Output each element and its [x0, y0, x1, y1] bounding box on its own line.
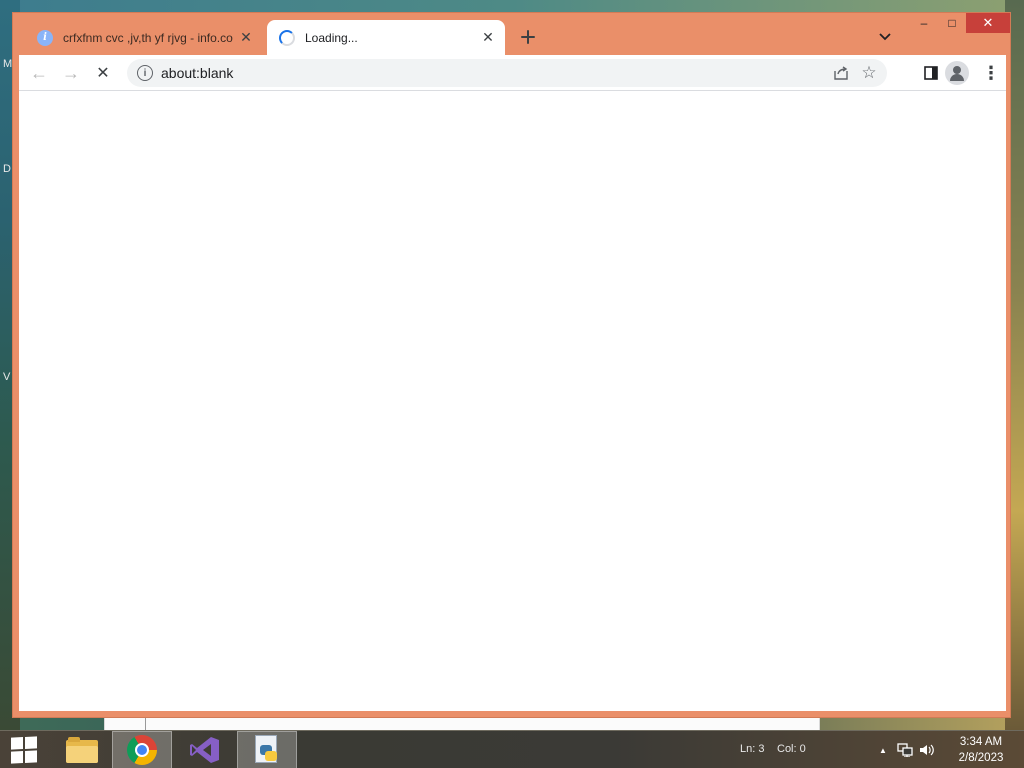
tab-search-button[interactable]: [875, 25, 895, 49]
chevron-down-icon: [879, 33, 891, 41]
show-hidden-icons-icon[interactable]: ▲: [872, 739, 894, 761]
volume-icon[interactable]: [916, 739, 938, 761]
profile-avatar[interactable]: [945, 61, 969, 85]
share-button[interactable]: [827, 59, 855, 87]
plus-icon: [521, 30, 535, 44]
site-info-icon[interactable]: i: [137, 65, 153, 81]
editor-line-status: Ln: 3: [740, 743, 765, 755]
chrome-icon: [127, 735, 157, 765]
back-button[interactable]: ←: [25, 59, 53, 87]
system-tray: ▲: [872, 731, 938, 768]
share-icon: [834, 66, 848, 80]
start-button[interactable]: [0, 731, 48, 768]
python-file-icon: [252, 735, 282, 765]
browser-toolbar: ← → ✕ i about:blank ☆ ⋮: [19, 55, 1006, 91]
forward-button[interactable]: →: [57, 59, 85, 87]
desktop-label: V: [3, 371, 11, 383]
folder-icon: [66, 737, 98, 763]
stop-loading-button[interactable]: ✕: [89, 59, 117, 87]
desktop-label: D: [3, 163, 11, 175]
taskbar-file-explorer[interactable]: [52, 731, 112, 768]
desktop-label: M: [3, 58, 13, 70]
browser-window: i crfxfnm cvc ,jv,th yf rjvg - info.co ✕…: [12, 12, 1011, 718]
tab-loading[interactable]: Loading... ✕: [267, 20, 505, 55]
close-tab-icon[interactable]: ✕: [235, 27, 257, 49]
system-clock[interactable]: 3:34 AM 2/8/2023: [946, 734, 1016, 766]
taskbar: Ln: 3 Col: 0 ▲ 3:34 AM 2/8/2023: [0, 730, 1024, 768]
info-icon: i: [37, 29, 53, 46]
address-bar[interactable]: i about:blank ☆: [127, 59, 887, 87]
url-text[interactable]: about:blank: [161, 65, 827, 81]
minimize-button[interactable]: –: [910, 13, 938, 33]
window-controls: – □ ✕: [910, 13, 1010, 33]
person-icon: [953, 66, 961, 74]
tab-info[interactable]: i crfxfnm cvc ,jv,th yf rjvg - info.co ✕: [23, 20, 263, 55]
taskbar-visual-studio[interactable]: [175, 731, 235, 768]
tab-strip: i crfxfnm cvc ,jv,th yf rjvg - info.co ✕…: [13, 13, 1010, 57]
editor-col-status: Col: 0: [777, 743, 806, 755]
side-panel-icon: [924, 66, 938, 80]
clock-time: 3:34 AM: [959, 736, 1003, 748]
bookmark-star-icon[interactable]: ☆: [855, 59, 883, 87]
side-panel-button[interactable]: [917, 59, 945, 87]
maximize-button[interactable]: □: [938, 13, 966, 33]
tab-title: crfxfnm cvc ,jv,th yf rjvg - info.co: [63, 30, 233, 45]
close-tab-icon[interactable]: ✕: [477, 27, 499, 49]
page-content[interactable]: [19, 91, 1006, 711]
taskbar-chrome[interactable]: [112, 731, 172, 768]
tab-title: Loading...: [305, 30, 358, 45]
menu-button[interactable]: ⋮: [977, 59, 1005, 87]
visual-studio-icon: [190, 737, 219, 763]
network-icon[interactable]: [894, 739, 916, 761]
close-window-button[interactable]: ✕: [966, 13, 1010, 33]
taskbar-python[interactable]: [237, 731, 297, 768]
desktop-background-top: [0, 0, 1024, 12]
new-tab-button[interactable]: [516, 25, 540, 49]
background-editor-window: [104, 718, 820, 730]
clock-date: 2/8/2023: [958, 752, 1004, 764]
windows-logo-icon: [11, 736, 37, 764]
loading-spinner-icon: [279, 29, 295, 46]
